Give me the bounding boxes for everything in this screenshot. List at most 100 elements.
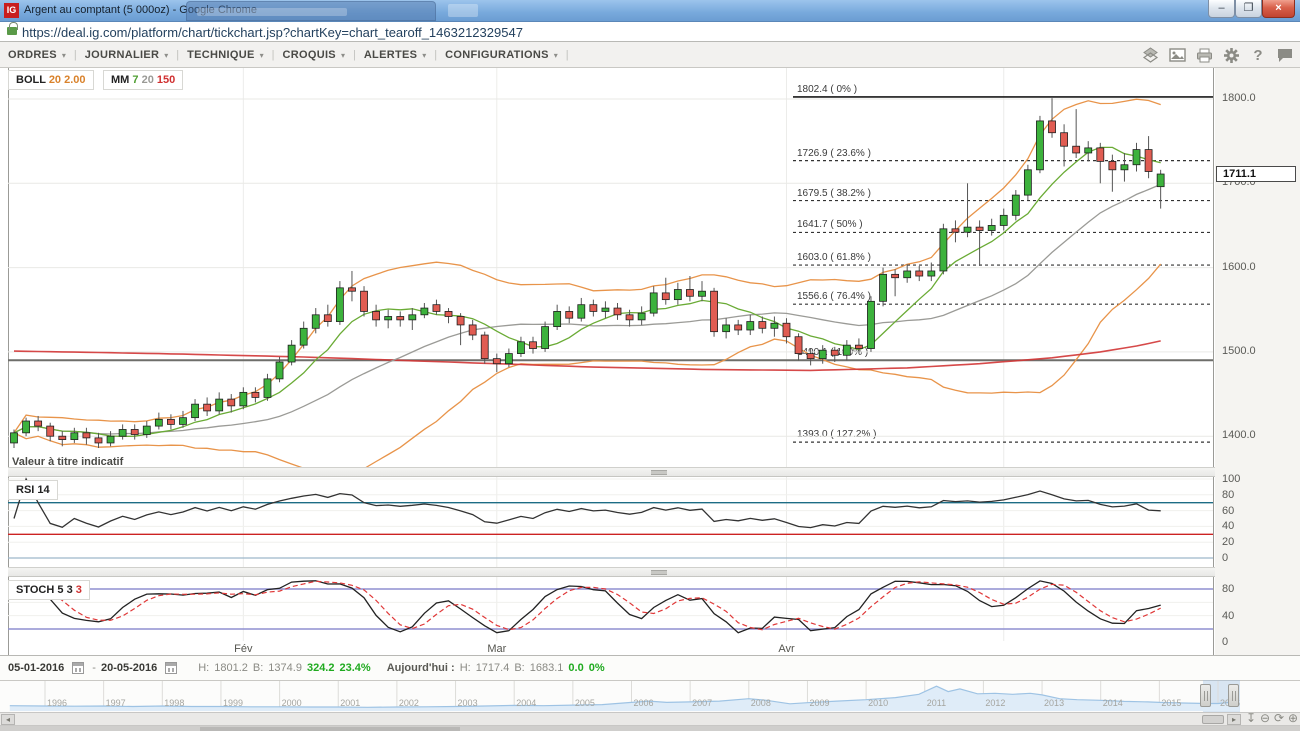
menu-ordres[interactable]: ORDRES▾ [8, 49, 70, 61]
today-change-pct: 0% [589, 662, 605, 674]
month-label-avr: Avr [764, 643, 808, 655]
layers-icon[interactable] [1141, 47, 1159, 64]
tick-label: 0 [1222, 552, 1228, 564]
year-label-1996: 1996 [47, 698, 67, 708]
year-label-1997: 1997 [106, 698, 126, 708]
calendar-icon[interactable] [72, 662, 84, 674]
year-label-1999: 1999 [223, 698, 243, 708]
bottom-strip [0, 726, 1300, 731]
year-label-2009: 2009 [809, 698, 829, 708]
today-low-label: B: [514, 662, 524, 674]
ig-favicon: IG [4, 3, 19, 18]
tick-label: 80 [1222, 489, 1234, 501]
date-to: 20-05-2016 [101, 662, 157, 674]
range-handle-left[interactable] [1200, 684, 1211, 707]
menu-alertes[interactable]: ALERTES▾ [364, 49, 430, 61]
panel-divider-rsi[interactable] [8, 467, 1215, 477]
date-from: 05-01-2016 [8, 662, 64, 674]
year-label-2003: 2003 [458, 698, 478, 708]
bollinger-legend[interactable]: BOLL 20 2.00 [8, 70, 94, 90]
zoom-out-icon[interactable]: ⊖ [1260, 711, 1270, 725]
scroll-right-arrow[interactable]: ▸ [1227, 714, 1241, 725]
drag-grip-icon[interactable] [651, 470, 667, 475]
help-icon[interactable]: ? [1249, 47, 1267, 64]
month-label-fév: Fév [221, 643, 265, 655]
menu-technique[interactable]: TECHNIQUE▾ [187, 49, 268, 61]
year-label-2007: 2007 [692, 698, 712, 708]
rsi-legend[interactable]: RSI 14 [8, 480, 58, 500]
period-change: 324.2 [307, 662, 335, 674]
menu-croquis[interactable]: CROQUIS▾ [283, 49, 349, 61]
year-label-2012: 2012 [985, 698, 1005, 708]
panel-divider-stoch[interactable] [8, 567, 1215, 577]
feedback-icon[interactable] [1276, 47, 1294, 64]
settings-gear-icon[interactable] [1222, 47, 1240, 64]
horizontal-scrollbar[interactable]: ◂ ▸ ↧ ⊖ ⟳ ⊕ [0, 712, 1300, 726]
menu-items: ORDRES▾|JOURNALIER▾|TECHNIQUE▾|CROQUIS▾|… [8, 42, 577, 68]
period-low-label: B: [253, 662, 263, 674]
price-axis [1215, 68, 1300, 655]
fib-level-label: 1802.4 ( 0% ) [797, 84, 857, 95]
range-handle-right[interactable] [1228, 684, 1239, 707]
year-label-2015: 2015 [1161, 698, 1181, 708]
background-window-edge [200, 727, 460, 731]
chart-statusbar: 05-01-2016 - 20-05-2016 H: 1801.2 B: 137… [0, 655, 1300, 680]
tick-label: 60 [1222, 505, 1234, 517]
moving-average-legend[interactable]: MM 7 20 150 [103, 70, 183, 90]
tick-label: 1800.0 [1222, 92, 1256, 104]
year-label-1998: 1998 [164, 698, 184, 708]
date-separator: - [92, 662, 96, 674]
window-titlebar[interactable]: IG Argent au comptant (5 000oz) - Google… [0, 0, 1300, 22]
tick-label: 80 [1222, 583, 1234, 595]
scroll-left-arrow[interactable]: ◂ [1, 714, 15, 725]
year-label-2005: 2005 [575, 698, 595, 708]
year-label-2004: 2004 [516, 698, 536, 708]
print-icon[interactable] [1195, 47, 1213, 64]
menu-journalier[interactable]: JOURNALIER▾ [85, 49, 173, 61]
chevron-down-icon: ▾ [164, 51, 168, 60]
chevron-down-icon: ▾ [422, 51, 426, 60]
url-bar[interactable]: https://deal.ig.com/platform/chart/tickc… [0, 22, 1300, 42]
toolbar-icons: ? [1141, 45, 1294, 65]
fib-level-label: 1556.6 ( 76.4% ) [797, 291, 871, 302]
drag-grip-icon[interactable] [651, 570, 667, 575]
maximize-button[interactable]: ❐ [1235, 0, 1262, 18]
jump-latest-icon[interactable]: ↧ [1246, 711, 1256, 725]
tick-label: 20 [1222, 536, 1234, 548]
background-browser-tab [186, 1, 436, 21]
year-label-2010: 2010 [868, 698, 888, 708]
period-low: 1374.9 [268, 662, 302, 674]
image-icon[interactable] [1168, 47, 1186, 64]
https-lock-icon[interactable] [7, 27, 17, 35]
period-high-label: H: [198, 662, 209, 674]
today-high: 1717.4 [476, 662, 510, 674]
scrollbar-thumb[interactable] [1202, 715, 1224, 724]
month-label-mar: Mar [475, 643, 519, 655]
stoch-legend[interactable]: STOCH 5 3 3 [8, 580, 90, 600]
fib-level-label: 1393.0 ( 127.2% ) [797, 429, 877, 440]
fib-level-label: 1490.1 ( 100% ) [797, 347, 868, 358]
tick-label: 1400.0 [1222, 429, 1256, 441]
year-label-2014: 2014 [1103, 698, 1123, 708]
minimize-button[interactable]: – [1208, 0, 1235, 18]
tick-label: 40 [1222, 520, 1234, 532]
today-label: Aujourd'hui : [387, 662, 455, 674]
period-change-pct: 23.4% [339, 662, 370, 674]
current-price-tag: 1711.1 [1216, 166, 1296, 182]
year-label-2001: 2001 [340, 698, 360, 708]
close-button[interactable]: × [1262, 0, 1295, 18]
fib-level-label: 1603.0 ( 61.8% ) [797, 252, 871, 263]
tick-label: 1600.0 [1222, 261, 1256, 273]
menu-configurations[interactable]: CONFIGURATIONS▾ [445, 49, 562, 61]
year-label-2006: 2006 [634, 698, 654, 708]
reset-zoom-icon[interactable]: ⟳ [1274, 711, 1284, 725]
calendar-icon[interactable] [165, 662, 177, 674]
url-text[interactable]: https://deal.ig.com/platform/chart/tickc… [22, 25, 523, 40]
zoom-in-icon[interactable]: ⊕ [1288, 711, 1298, 725]
year-label-2008: 2008 [751, 698, 771, 708]
fib-level-label: 1726.9 ( 23.6% ) [797, 148, 871, 159]
today-low: 1683.1 [530, 662, 564, 674]
tick-label: 100 [1222, 473, 1240, 485]
chart-menubar: ORDRES▾|JOURNALIER▾|TECHNIQUE▾|CROQUIS▾|… [0, 42, 1300, 68]
chevron-down-icon: ▾ [260, 51, 264, 60]
